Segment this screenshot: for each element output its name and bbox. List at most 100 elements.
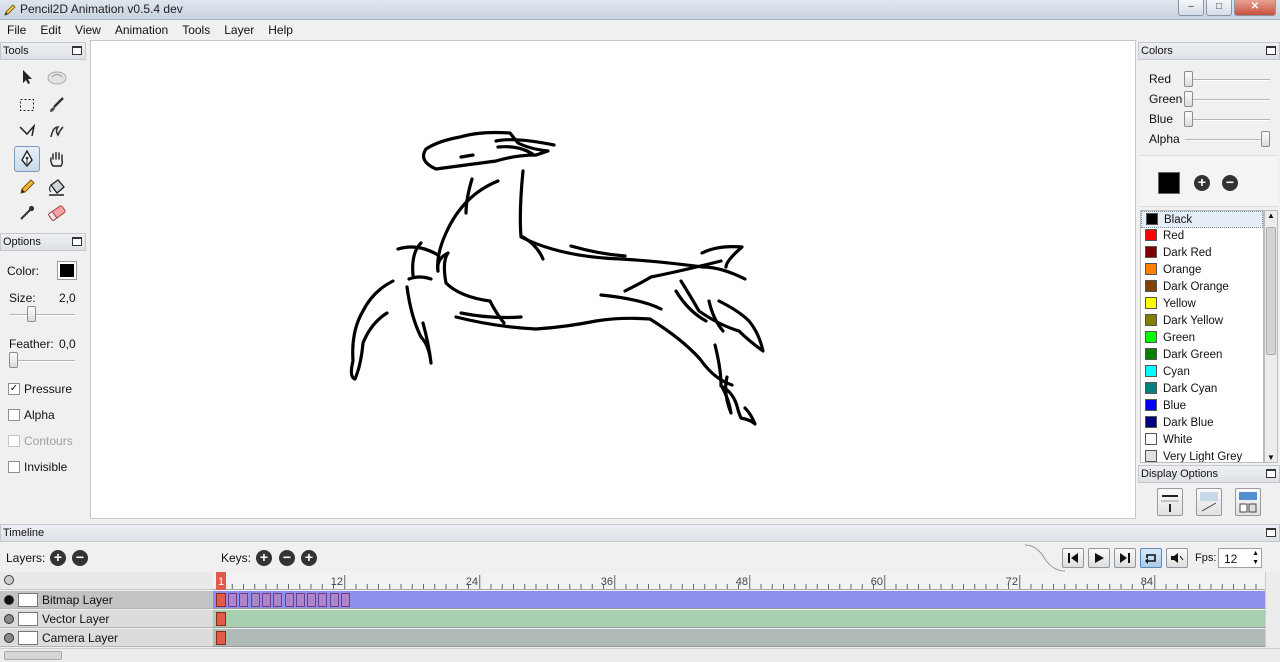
menu-layer[interactable]: Layer: [217, 20, 261, 40]
palette-scrollbar[interactable]: ▲ ▼: [1264, 210, 1278, 463]
layer-row[interactable]: Vector Layer: [0, 610, 213, 628]
current-color-swatch[interactable]: [1158, 172, 1180, 194]
keyframe[interactable]: [307, 593, 317, 607]
palette-scroll-thumb[interactable]: [1266, 227, 1276, 355]
size-slider-track[interactable]: [9, 314, 75, 316]
layer-row[interactable]: Bitmap Layer: [0, 591, 213, 609]
maximize-button[interactable]: □: [1206, 0, 1232, 16]
palette-item[interactable]: Blue: [1141, 398, 1263, 415]
menu-edit[interactable]: Edit: [33, 20, 68, 40]
current-frame-cell[interactable]: [216, 612, 226, 626]
menu-view[interactable]: View: [68, 20, 108, 40]
add-key-icon[interactable]: +: [256, 550, 272, 566]
current-frame-cell[interactable]: [216, 593, 226, 607]
keyframe[interactable]: [341, 593, 350, 607]
red-slider-handle[interactable]: [1184, 71, 1193, 87]
polyline-tool-icon[interactable]: [14, 118, 40, 144]
keyframe[interactable]: [228, 593, 237, 607]
float-panel-icon[interactable]: [72, 237, 82, 246]
layer-visibility-icon[interactable]: [4, 633, 14, 643]
jump-start-icon[interactable]: [1062, 548, 1084, 568]
move-tool-icon[interactable]: [14, 64, 40, 90]
feather-slider-track[interactable]: [9, 360, 75, 362]
palette-item[interactable]: Yellow: [1141, 296, 1263, 313]
color-picker-button[interactable]: [57, 261, 77, 280]
keyframe[interactable]: [239, 593, 249, 607]
jump-end-icon[interactable]: [1114, 548, 1136, 568]
layer-track[interactable]: [213, 610, 1265, 628]
onion-skin-icon[interactable]: [1235, 488, 1261, 516]
keyframe[interactable]: [261, 593, 271, 607]
palette-item[interactable]: Dark Green: [1141, 347, 1263, 364]
layer-track[interactable]: [213, 591, 1265, 609]
invisible-checkbox[interactable]: [8, 461, 20, 473]
palette-item[interactable]: Very Light Grey: [1141, 449, 1263, 462]
float-panel-icon[interactable]: [1266, 528, 1276, 537]
timeline-hscrollbar[interactable]: [0, 648, 1280, 662]
smudge-brush-tool-icon[interactable]: [44, 118, 70, 144]
palette-item[interactable]: Cyan: [1141, 364, 1263, 381]
scroll-down-icon[interactable]: ▼: [1265, 453, 1277, 462]
layer-visibility-icon[interactable]: [4, 614, 14, 624]
keyframe[interactable]: [273, 593, 283, 607]
close-button[interactable]: ✕: [1234, 0, 1276, 16]
sound-icon[interactable]: [1166, 548, 1188, 568]
select-tool-icon[interactable]: [14, 92, 40, 118]
contours-checkbox[interactable]: [8, 435, 20, 447]
keyframe[interactable]: [250, 593, 260, 607]
palette-item[interactable]: Dark Orange: [1141, 279, 1263, 296]
alpha-slider-track[interactable]: [1185, 139, 1270, 141]
brush-tool-icon[interactable]: [44, 92, 70, 118]
add-layer-icon[interactable]: +: [50, 550, 66, 566]
fps-spinbox[interactable]: 12 ▲ ▼: [1218, 548, 1262, 568]
drawing-canvas[interactable]: [90, 40, 1136, 519]
current-frame-cell[interactable]: [216, 631, 226, 645]
keyframe[interactable]: [329, 593, 339, 607]
keyframe[interactable]: [318, 593, 328, 607]
green-slider-track[interactable]: [1185, 99, 1270, 101]
palette-item[interactable]: Orange: [1141, 262, 1263, 279]
palette-item[interactable]: Red: [1141, 228, 1263, 245]
bucket-tool-icon[interactable]: [44, 174, 70, 200]
loop-icon[interactable]: [1140, 548, 1162, 568]
palette-item[interactable]: Dark Blue: [1141, 415, 1263, 432]
palette-item[interactable]: Dark Yellow: [1141, 313, 1263, 330]
menu-file[interactable]: File: [0, 20, 33, 40]
eraser-tool-icon[interactable]: [44, 200, 70, 226]
alpha-checkbox[interactable]: [8, 409, 20, 421]
menu-animation[interactable]: Animation: [108, 20, 175, 40]
float-panel-icon[interactable]: [1266, 46, 1276, 55]
size-slider-handle[interactable]: [27, 306, 36, 322]
feather-slider-handle[interactable]: [9, 352, 18, 368]
keyframe[interactable]: [295, 593, 305, 607]
layer-visibility-icon[interactable]: [4, 595, 14, 605]
keyframe[interactable]: [284, 593, 294, 607]
timeline-ruler[interactable]: 1 12 24 36 48 60 72 84: [213, 572, 1265, 590]
pencil-tool-icon[interactable]: [14, 174, 40, 200]
play-icon[interactable]: [1088, 548, 1110, 568]
eyedropper-tool-icon[interactable]: [14, 200, 40, 226]
layer-track[interactable]: [213, 629, 1265, 647]
red-slider-track[interactable]: [1185, 79, 1270, 81]
remove-key-icon[interactable]: −: [279, 550, 295, 566]
thin-lines-icon[interactable]: [1196, 488, 1222, 516]
palette-item[interactable]: Dark Red: [1141, 245, 1263, 262]
duplicate-key-icon[interactable]: +: [301, 550, 317, 566]
remove-color-icon[interactable]: −: [1222, 175, 1238, 191]
pressure-checkbox[interactable]: ✓: [8, 383, 20, 395]
float-panel-icon[interactable]: [72, 46, 82, 55]
layer-row[interactable]: Camera Layer: [0, 629, 213, 647]
green-slider-handle[interactable]: [1184, 91, 1193, 107]
timeline-vscrollbar[interactable]: [1265, 572, 1280, 648]
visibility-all-icon[interactable]: [4, 575, 14, 585]
add-color-icon[interactable]: +: [1194, 175, 1210, 191]
flip-horizontal-icon[interactable]: [1157, 488, 1183, 516]
menu-help[interactable]: Help: [261, 20, 300, 40]
float-panel-icon[interactable]: [1266, 469, 1276, 478]
hscroll-thumb[interactable]: [4, 651, 62, 660]
palette-item[interactable]: Dark Cyan: [1141, 381, 1263, 398]
remove-layer-icon[interactable]: −: [72, 550, 88, 566]
menu-tools[interactable]: Tools: [175, 20, 217, 40]
palette-item[interactable]: Black: [1141, 211, 1263, 228]
alpha-slider-handle[interactable]: [1261, 131, 1270, 147]
